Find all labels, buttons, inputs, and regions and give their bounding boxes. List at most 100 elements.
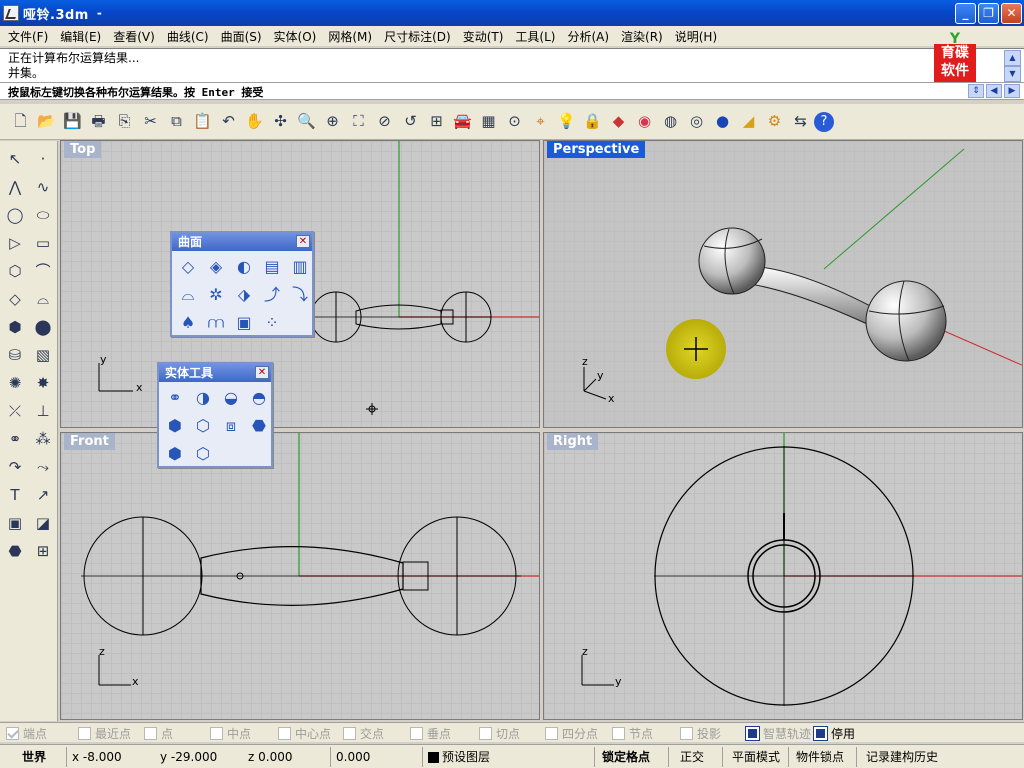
- menu-surface[interactable]: 曲面(S): [215, 28, 268, 45]
- snap-quadrant-checkbox[interactable]: [545, 726, 558, 740]
- menu-curve[interactable]: 曲线(C): [161, 28, 215, 45]
- point-icon[interactable]: ·: [31, 147, 55, 171]
- render-solid-icon[interactable]: ⬣: [3, 539, 27, 563]
- close-icon[interactable]: ✕: [255, 366, 269, 379]
- surface-edge-icon[interactable]: ◈: [203, 254, 229, 280]
- fillet-edge-icon[interactable]: ⧈: [218, 413, 244, 439]
- viewport-title-perspective[interactable]: Perspective: [547, 141, 646, 158]
- ghost-sphere-icon[interactable]: ◎: [684, 109, 709, 135]
- layer-icon[interactable]: ◆: [606, 109, 631, 135]
- snap-midpoint[interactable]: 中点: [210, 725, 251, 741]
- boolean-difference-icon[interactable]: ◑: [190, 385, 216, 411]
- curve-icon[interactable]: ∿: [31, 175, 55, 199]
- grid-icon[interactable]: ▦: [476, 109, 501, 135]
- new-file-icon[interactable]: 🗋: [8, 109, 33, 135]
- box-icon[interactable]: ⬢: [3, 315, 27, 339]
- extrude-surface-icon[interactable]: ⌓: [31, 287, 55, 311]
- merge-faces-icon[interactable]: ⬢: [162, 441, 188, 467]
- array-icon[interactable]: ⁂: [31, 427, 55, 451]
- status-cplane[interactable]: 世界: [22, 748, 46, 766]
- help-icon[interactable]: ?: [814, 111, 834, 132]
- viewport-title-front[interactable]: Front: [64, 433, 115, 450]
- menu-analyze[interactable]: 分析(A): [561, 28, 615, 45]
- scroll-down-icon[interactable]: ▼: [1004, 66, 1021, 82]
- save-icon[interactable]: 💾: [60, 109, 85, 135]
- surface-points-grid-icon[interactable]: ⁘: [259, 310, 285, 336]
- polyline-icon[interactable]: ⋀: [3, 175, 27, 199]
- fillet-curve-icon[interactable]: ⌒: [31, 259, 55, 283]
- menu-render[interactable]: 渲染(R): [615, 28, 669, 45]
- snap-endpoint-checkbox[interactable]: [6, 726, 19, 740]
- menu-tools[interactable]: 工具(L): [509, 28, 561, 45]
- menu-help[interactable]: 说明(H): [669, 28, 723, 45]
- surface-revolve-icon[interactable]: ✲: [203, 282, 229, 308]
- snap-disable-checkbox[interactable]: [813, 725, 828, 741]
- status-planar[interactable]: 平面模式: [732, 748, 780, 766]
- command-prompt[interactable]: 按鼠标左键切换各种布尔运算结果。按 Enter 接受: [0, 82, 1024, 100]
- copy-icon[interactable]: ⧉: [164, 109, 189, 135]
- shaded-sphere-icon[interactable]: ●: [710, 109, 735, 135]
- snap-center[interactable]: 中心点: [278, 725, 331, 741]
- snap-intersection-checkbox[interactable]: [343, 726, 356, 740]
- align-icon[interactable]: ⊥: [31, 399, 55, 423]
- wireframe-icon[interactable]: ◍: [658, 109, 683, 135]
- boolean-split-icon[interactable]: ◓: [246, 385, 272, 411]
- snap-endpoint[interactable]: 端点: [6, 725, 47, 741]
- group-icon[interactable]: ▣: [3, 511, 27, 535]
- snap-intersection[interactable]: 交点: [343, 725, 384, 741]
- undo-icon[interactable]: ↶: [216, 109, 241, 135]
- close-icon[interactable]: ✕: [296, 235, 310, 248]
- snap-knot-checkbox[interactable]: [612, 726, 625, 740]
- settings-gear-icon[interactable]: ⚙: [762, 109, 787, 135]
- print-icon[interactable]: 🖶: [86, 109, 111, 135]
- surface-network-icon[interactable]: ▤: [259, 254, 285, 280]
- surface-panel-header[interactable]: 曲面 ✕: [172, 233, 312, 251]
- zoom-selected-icon[interactable]: ⊘: [372, 109, 397, 135]
- text-icon[interactable]: T: [3, 483, 27, 507]
- open-icon[interactable]: 📂: [34, 109, 59, 135]
- snap-point[interactable]: 点: [144, 725, 173, 741]
- updown-icon[interactable]: ⇕: [968, 84, 984, 98]
- rotate-view-icon[interactable]: ✣: [268, 109, 293, 135]
- circle-icon[interactable]: ◯: [3, 203, 27, 227]
- zoom-extents-icon[interactable]: ⛶: [346, 109, 371, 135]
- solid-panel-header[interactable]: 实体工具 ✕: [159, 364, 271, 382]
- rotate-icon[interactable]: ↷: [3, 455, 27, 479]
- snap-midpoint-checkbox[interactable]: [210, 726, 223, 740]
- surface-drape-icon[interactable]: ⩋: [203, 310, 229, 336]
- snap-tangent[interactable]: 切点: [479, 725, 520, 741]
- command-scrollbar[interactable]: ▲ ▼: [1004, 50, 1021, 82]
- viewport-right[interactable]: Right y z: [543, 432, 1023, 720]
- dimension-icon[interactable]: ↗: [31, 483, 55, 507]
- pan-hand-icon[interactable]: ✋: [242, 109, 267, 135]
- light-icon[interactable]: 💡: [554, 109, 579, 135]
- polygon-icon[interactable]: ⬡: [3, 259, 27, 283]
- snap-near-checkbox[interactable]: [78, 726, 91, 740]
- status-record-history[interactable]: 记录建构历史: [866, 748, 938, 766]
- snap-smarttrack[interactable]: 智慧轨迹: [745, 725, 811, 741]
- snap-perpendicular-checkbox[interactable]: [410, 726, 423, 740]
- four-viewports-icon[interactable]: ⊞: [424, 109, 449, 135]
- analyze-icon[interactable]: ◪: [31, 511, 55, 535]
- menu-file[interactable]: 文件(F): [2, 28, 54, 45]
- status-layer[interactable]: 预设图层: [428, 748, 490, 766]
- close-button[interactable]: ✕: [1001, 3, 1022, 24]
- undo-view-icon[interactable]: ↺: [398, 109, 423, 135]
- zoom-dynamic-icon[interactable]: 🔍: [294, 109, 319, 135]
- ruler-icon[interactable]: ⊞: [31, 539, 55, 563]
- snap-tangent-checkbox[interactable]: [479, 726, 492, 740]
- surface-loft-icon[interactable]: ⌓: [175, 282, 201, 308]
- split-faces-icon[interactable]: ⬡: [190, 441, 216, 467]
- snap-project-checkbox[interactable]: [680, 726, 693, 740]
- scale-icon[interactable]: ⤳: [31, 455, 55, 479]
- menu-dimension[interactable]: 尺寸标注(D): [378, 28, 457, 45]
- viewport-front[interactable]: Front x z: [60, 432, 540, 720]
- snap-near[interactable]: 最近点: [78, 725, 131, 741]
- viewport-title-top[interactable]: Top: [64, 141, 102, 158]
- cylinder-icon[interactable]: ⛁: [3, 343, 27, 367]
- surface-sweep2-icon[interactable]: ⤴: [259, 282, 285, 308]
- snap-center-checkbox[interactable]: [278, 726, 291, 740]
- sphere-solid-icon[interactable]: ⬤: [31, 315, 55, 339]
- viewport-title-right[interactable]: Right: [547, 433, 599, 450]
- snap-project[interactable]: 投影: [680, 725, 721, 741]
